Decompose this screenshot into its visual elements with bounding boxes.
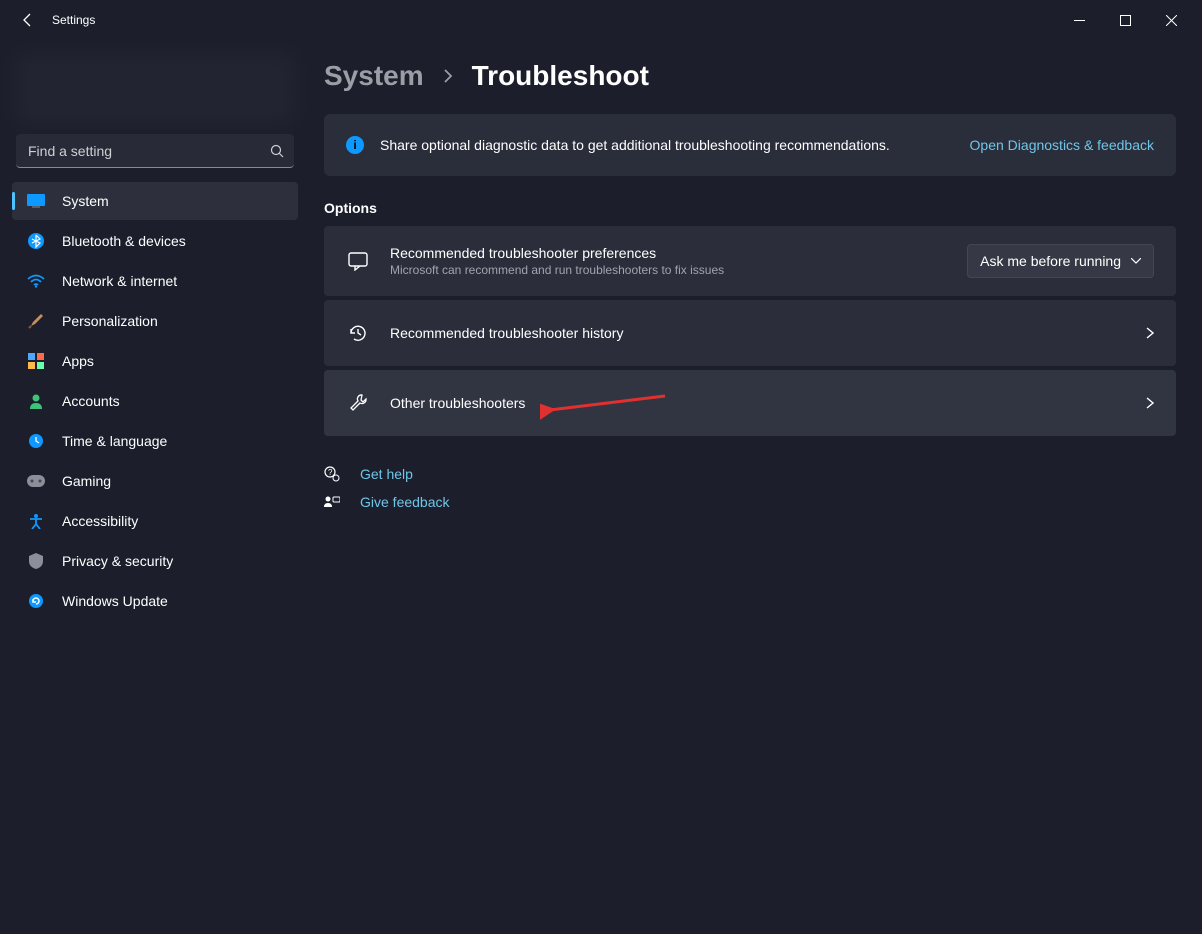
get-help-link[interactable]: ? Get help bbox=[324, 466, 1176, 482]
back-button[interactable] bbox=[8, 0, 48, 40]
bluetooth-icon bbox=[26, 231, 46, 251]
card-title: Recommended troubleshooter history bbox=[390, 325, 1146, 341]
breadcrumb-current: Troubleshoot bbox=[472, 60, 649, 92]
maximize-button[interactable] bbox=[1102, 0, 1148, 40]
minimize-icon bbox=[1074, 15, 1085, 26]
nav-list: System Bluetooth & devices Network & int… bbox=[12, 182, 298, 620]
sidebar: System Bluetooth & devices Network & int… bbox=[0, 40, 310, 934]
breadcrumb: System Troubleshoot bbox=[324, 60, 1176, 92]
nav-item-bluetooth[interactable]: Bluetooth & devices bbox=[12, 222, 298, 260]
system-icon bbox=[26, 191, 46, 211]
account-area[interactable] bbox=[16, 54, 294, 124]
wrench-icon bbox=[346, 393, 370, 413]
nav-label: Network & internet bbox=[62, 273, 177, 289]
feedback-icon bbox=[324, 495, 342, 509]
chevron-right-icon bbox=[1146, 327, 1154, 339]
apps-icon bbox=[26, 351, 46, 371]
card-other-troubleshooters[interactable]: Other troubleshooters bbox=[324, 370, 1176, 436]
nav-label: Gaming bbox=[62, 473, 111, 489]
history-icon bbox=[346, 323, 370, 343]
banner-text: Share optional diagnostic data to get ad… bbox=[380, 137, 890, 153]
give-feedback-link[interactable]: Give feedback bbox=[324, 494, 1176, 510]
card-subtitle: Microsoft can recommend and run troubles… bbox=[390, 263, 967, 277]
card-title: Recommended troubleshooter preferences bbox=[390, 245, 967, 261]
shield-icon bbox=[26, 551, 46, 571]
diagnostics-link[interactable]: Open Diagnostics & feedback bbox=[970, 137, 1154, 153]
breadcrumb-parent[interactable]: System bbox=[324, 60, 424, 92]
help-links: ? Get help Give feedback bbox=[324, 466, 1176, 510]
card-title: Other troubleshooters bbox=[390, 395, 1146, 411]
section-title: Options bbox=[324, 200, 1176, 216]
help-icon: ? bbox=[324, 466, 342, 482]
nav-item-system[interactable]: System bbox=[12, 182, 298, 220]
nav-label: Apps bbox=[62, 353, 94, 369]
dropdown-value: Ask me before running bbox=[980, 253, 1121, 269]
nav-label: Accounts bbox=[62, 393, 120, 409]
link-label: Give feedback bbox=[360, 494, 450, 510]
arrow-left-icon bbox=[20, 12, 36, 28]
svg-text:?: ? bbox=[328, 468, 333, 477]
accessibility-icon bbox=[26, 511, 46, 531]
nav-item-personalization[interactable]: Personalization bbox=[12, 302, 298, 340]
info-icon: i bbox=[346, 136, 364, 154]
nav-item-accessibility[interactable]: Accessibility bbox=[12, 502, 298, 540]
close-icon bbox=[1166, 15, 1177, 26]
brush-icon bbox=[26, 311, 46, 331]
person-icon bbox=[26, 391, 46, 411]
chevron-right-icon bbox=[1146, 397, 1154, 409]
nav-label: System bbox=[62, 193, 109, 209]
gaming-icon bbox=[26, 471, 46, 491]
app-title: Settings bbox=[52, 13, 95, 27]
main-content: System Troubleshoot i Share optional dia… bbox=[310, 40, 1202, 934]
link-label: Get help bbox=[360, 466, 413, 482]
card-troubleshooter-prefs[interactable]: Recommended troubleshooter preferences M… bbox=[324, 226, 1176, 296]
nav-label: Privacy & security bbox=[62, 553, 173, 569]
prefs-dropdown[interactable]: Ask me before running bbox=[967, 244, 1154, 278]
chat-icon bbox=[346, 251, 370, 271]
nav-label: Accessibility bbox=[62, 513, 138, 529]
clock-icon bbox=[26, 431, 46, 451]
search-container bbox=[16, 134, 294, 168]
nav-item-network[interactable]: Network & internet bbox=[12, 262, 298, 300]
info-banner: i Share optional diagnostic data to get … bbox=[324, 114, 1176, 176]
chevron-right-icon bbox=[442, 68, 454, 84]
nav-item-accounts[interactable]: Accounts bbox=[12, 382, 298, 420]
maximize-icon bbox=[1120, 15, 1131, 26]
nav-item-privacy[interactable]: Privacy & security bbox=[12, 542, 298, 580]
card-troubleshooter-history[interactable]: Recommended troubleshooter history bbox=[324, 300, 1176, 366]
nav-item-time[interactable]: Time & language bbox=[12, 422, 298, 460]
window-controls bbox=[1056, 0, 1194, 40]
close-button[interactable] bbox=[1148, 0, 1194, 40]
nav-item-gaming[interactable]: Gaming bbox=[12, 462, 298, 500]
nav-label: Bluetooth & devices bbox=[62, 233, 186, 249]
search-input[interactable] bbox=[16, 134, 294, 168]
nav-label: Time & language bbox=[62, 433, 167, 449]
chevron-down-icon bbox=[1131, 258, 1141, 264]
nav-item-apps[interactable]: Apps bbox=[12, 342, 298, 380]
nav-label: Personalization bbox=[62, 313, 158, 329]
nav-item-update[interactable]: Windows Update bbox=[12, 582, 298, 620]
minimize-button[interactable] bbox=[1056, 0, 1102, 40]
wifi-icon bbox=[26, 271, 46, 291]
search-icon bbox=[270, 144, 284, 158]
titlebar: Settings bbox=[0, 0, 1202, 40]
nav-label: Windows Update bbox=[62, 593, 168, 609]
update-icon bbox=[26, 591, 46, 611]
